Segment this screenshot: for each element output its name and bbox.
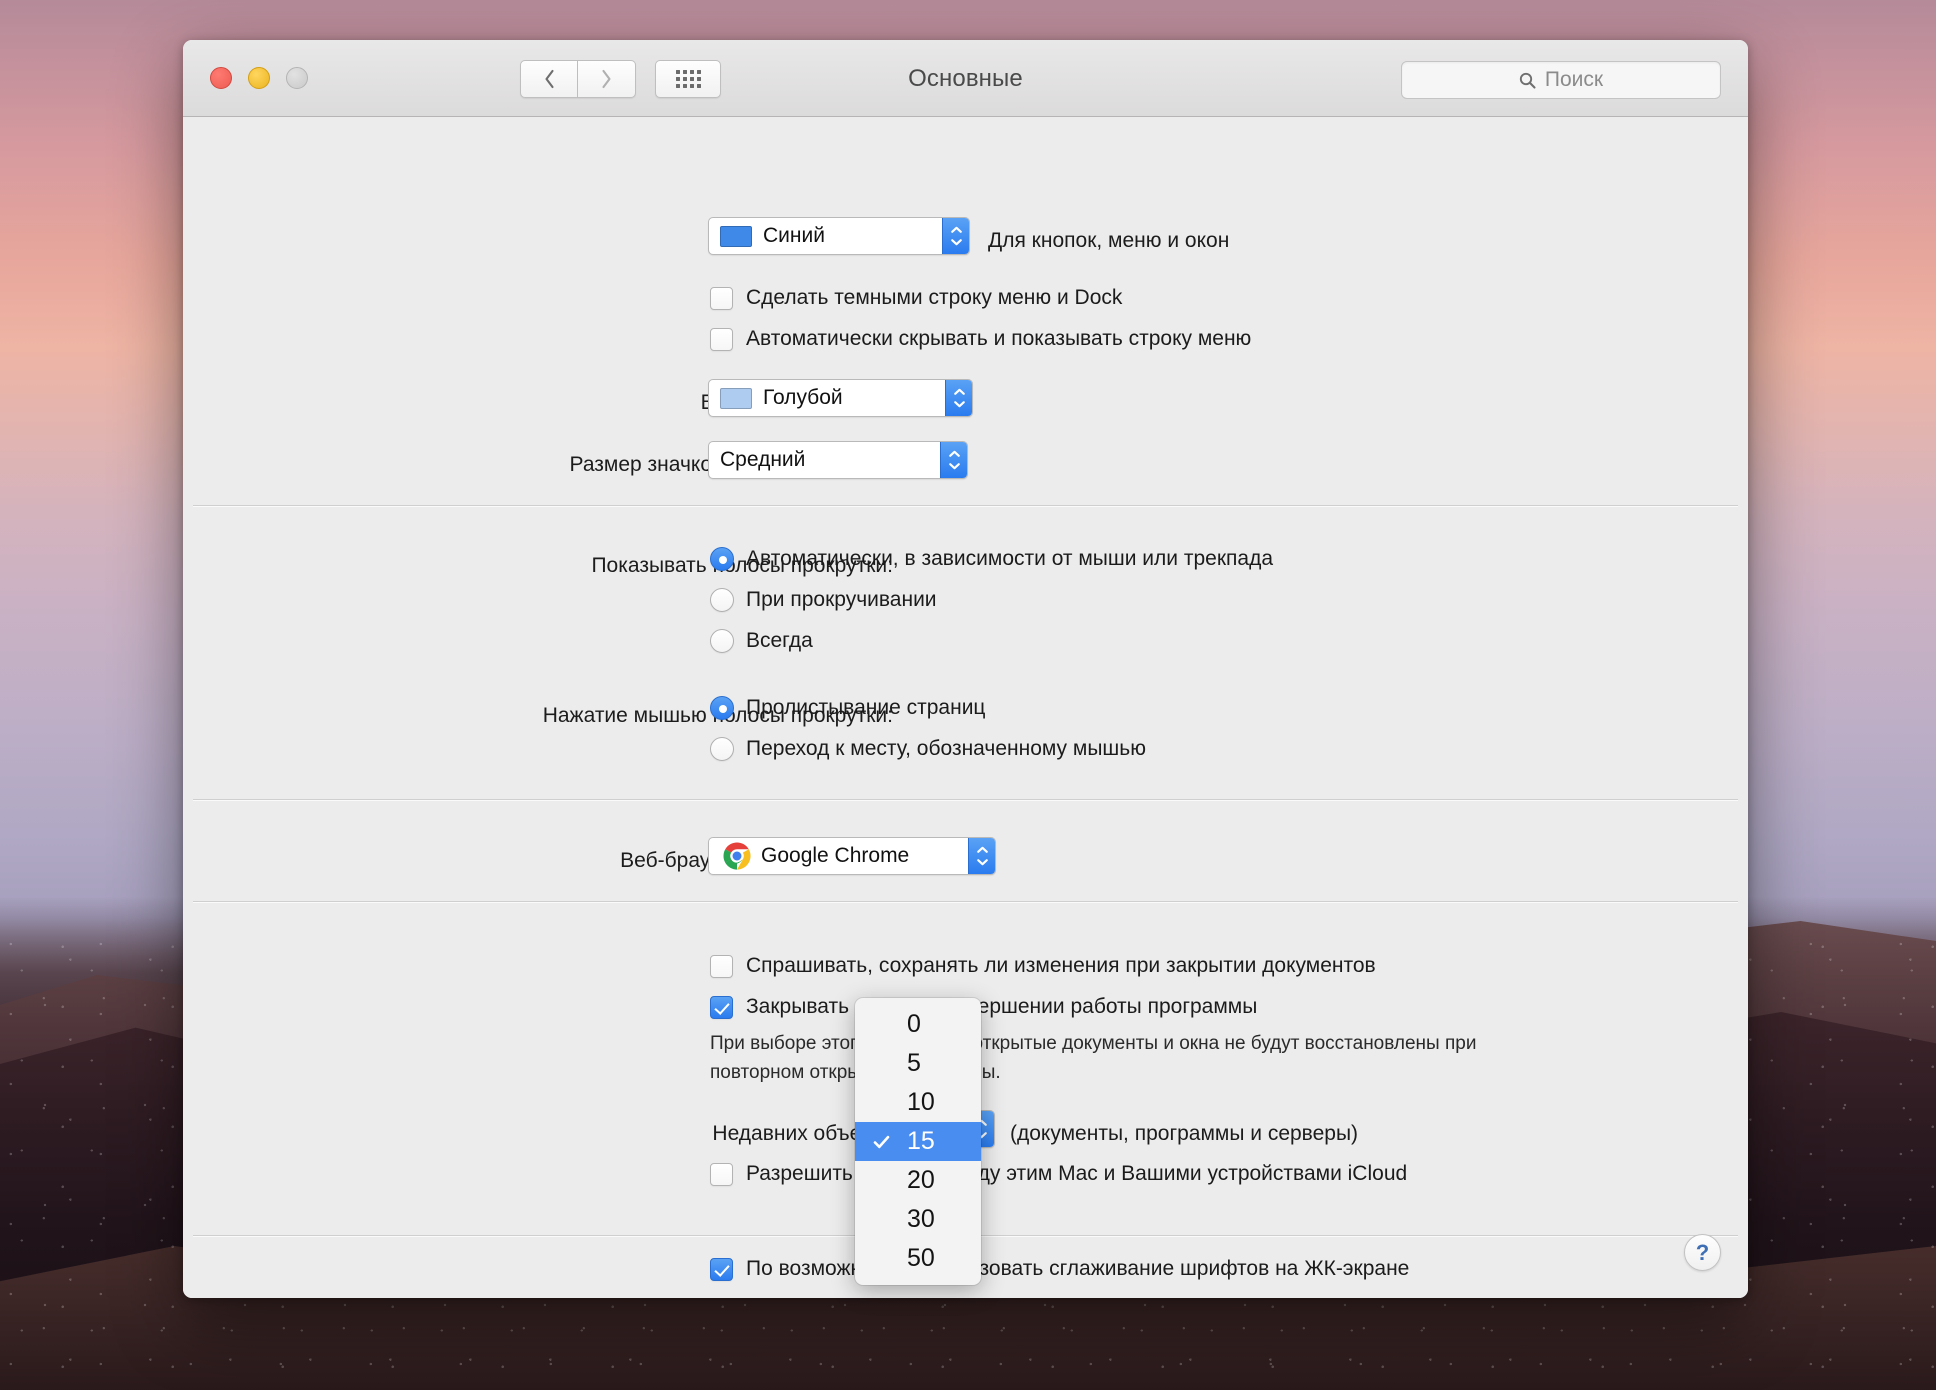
default-browser-popup[interactable]: Google Chrome (708, 837, 996, 875)
menu-item-label: 30 (907, 1205, 935, 1233)
scrollbar-click-option-jump[interactable]: Переход к месту, обозначенному мышью (710, 737, 1146, 761)
section-divider-1 (193, 505, 1738, 506)
close-windows-on-quit-checkbox[interactable] (710, 995, 733, 1019)
autohide-menu-checkbox[interactable] (710, 327, 733, 351)
handoff-row[interactable]: Разрешить Handoff между этим Mac и Вашим… (710, 1162, 1407, 1186)
appearance-aux-text: Для кнопок, меню и окон (988, 229, 1230, 252)
search-placeholder: Поиск (1544, 68, 1604, 91)
menu-item-label: 0 (907, 1010, 921, 1038)
highlight-popup[interactable]: Голубой (708, 379, 973, 417)
font-smoothing-checkbox[interactable] (710, 1257, 733, 1281)
menu-item-label: 20 (907, 1166, 935, 1194)
dark-menu-checkbox-row[interactable]: Сделать темными строку меню и Dock (710, 286, 1122, 310)
window-toolbar: Основные Поиск (183, 40, 1748, 117)
sidebar-icon-size-popup[interactable]: Средний (708, 441, 968, 479)
scrollbars-option-auto[interactable]: Автоматически, в зависимости от мыши или… (710, 547, 1273, 571)
highlight-color-swatch (720, 387, 752, 409)
help-button[interactable]: ? (1684, 1234, 1721, 1271)
search-input[interactable]: Поиск (1401, 61, 1721, 99)
handoff-label: Разрешить Handoff между этим Mac и Вашим… (746, 1162, 1408, 1185)
scrollbar-click-option-page[interactable]: Пролистывание страниц (710, 696, 985, 720)
recent-items-dropdown-menu[interactable]: 0 5 10 15 20 30 50 (855, 998, 981, 1285)
ask-save-changes-row[interactable]: Спрашивать, сохранять ли изменения при з… (710, 954, 1376, 978)
ask-save-changes-checkbox[interactable] (710, 954, 733, 978)
autohide-menu-checkbox-row[interactable]: Автоматически скрывать и показывать стро… (710, 327, 1251, 351)
appearance-value: Синий (763, 224, 825, 247)
menu-item-label: 10 (907, 1088, 935, 1116)
font-smoothing-row[interactable]: По возможности использовать сглаживание … (710, 1257, 1409, 1281)
highlight-stepper-arrows[interactable] (945, 380, 972, 416)
font-smoothing-label: По возможности использовать сглаживание … (746, 1257, 1410, 1280)
scrollbars-option-when-scrolling-label: При прокручивании (746, 588, 937, 611)
default-browser-value: Google Chrome (761, 844, 910, 867)
menu-item-label: 15 (907, 1127, 935, 1155)
autohide-menu-label: Автоматически скрывать и показывать стро… (746, 327, 1252, 350)
recent-items-aux-text: (документы, программы и серверы) (1010, 1122, 1359, 1145)
default-browser-stepper-arrows[interactable] (968, 838, 995, 874)
desktop-background: Основные Поиск Внешний вид: Синий (0, 0, 1936, 1390)
checkmark-icon (873, 1135, 890, 1148)
scrollbars-option-always-label: Всегда (746, 629, 813, 652)
system-preferences-window: Основные Поиск Внешний вид: Синий (183, 40, 1748, 1298)
scrollbar-click-option-jump-label: Переход к месту, обозначенному мышью (746, 737, 1146, 760)
menu-item[interactable]: 20 (855, 1161, 981, 1200)
menu-item[interactable]: 0 (855, 1005, 981, 1044)
section-divider-2 (193, 799, 1738, 800)
handoff-checkbox[interactable] (710, 1162, 733, 1186)
scrollbars-radio-when-scrolling[interactable] (710, 588, 734, 612)
sidebar-icon-size-stepper-arrows[interactable] (940, 442, 967, 478)
menu-item[interactable]: 50 (855, 1239, 981, 1278)
appearance-stepper-arrows[interactable] (942, 218, 969, 254)
menu-item[interactable]: 10 (855, 1083, 981, 1122)
scrollbars-radio-auto[interactable] (710, 547, 734, 571)
highlight-value: Голубой (763, 386, 843, 409)
close-windows-on-quit-label: Закрывать окна при завершении работы про… (746, 995, 1258, 1018)
menu-item-label: 50 (907, 1244, 935, 1272)
menu-item[interactable]: 5 (855, 1044, 981, 1083)
menu-item[interactable]: 30 (855, 1200, 981, 1239)
scrollbars-option-auto-label: Автоматически, в зависимости от мыши или… (746, 547, 1273, 570)
dark-menu-checkbox[interactable] (710, 286, 733, 310)
scrollbar-click-radio-jump[interactable] (710, 737, 734, 761)
recent-items-label: Недавних объектов (712, 1122, 903, 1145)
dark-menu-label: Сделать темными строку меню и Dock (746, 286, 1123, 309)
section-divider-3 (193, 901, 1738, 902)
scrollbars-radio-always[interactable] (710, 629, 734, 653)
scrollbar-click-option-page-label: Пролистывание страниц (746, 696, 986, 719)
appearance-color-swatch (720, 225, 752, 247)
sidebar-icon-size-value: Средний (720, 448, 806, 471)
menu-item-label: 5 (907, 1049, 921, 1077)
close-windows-on-quit-row[interactable]: Закрывать окна при завершении работы про… (710, 995, 1257, 1019)
ask-save-changes-label: Спрашивать, сохранять ли изменения при з… (746, 954, 1376, 977)
search-icon (1519, 72, 1536, 89)
chrome-icon (723, 842, 751, 870)
appearance-popup[interactable]: Синий (708, 217, 970, 255)
scrollbar-click-radio-page[interactable] (710, 696, 734, 720)
menu-item-selected[interactable]: 15 (855, 1122, 981, 1161)
scrollbars-option-always[interactable]: Всегда (710, 629, 813, 653)
scrollbars-option-when-scrolling[interactable]: При прокручивании (710, 588, 937, 612)
